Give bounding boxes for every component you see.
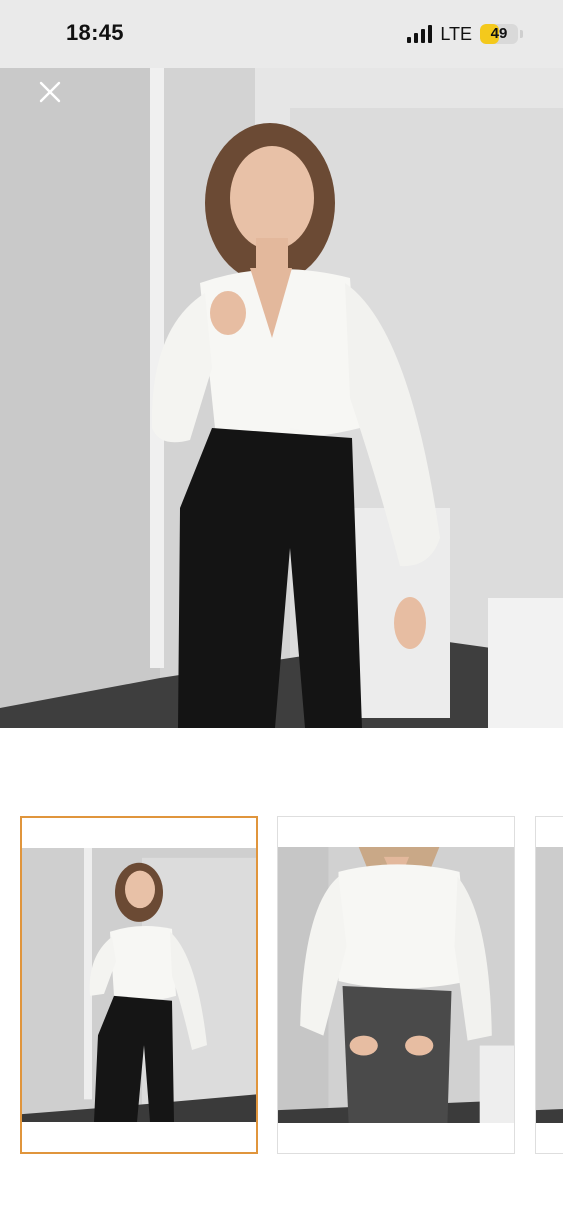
main-photo-illustration	[0, 68, 563, 728]
thumbnail-2[interactable]	[277, 816, 515, 1154]
thumbnail-1[interactable]	[20, 816, 258, 1154]
battery-level: 49	[490, 25, 508, 42]
thumbnail-3-image	[536, 847, 563, 1123]
battery-icon: 49	[480, 24, 518, 44]
status-time: 18:45	[66, 20, 124, 45]
main-product-image[interactable]	[0, 68, 563, 728]
thumbnail-3[interactable]	[535, 816, 563, 1154]
status-bar: 18:45 LTE 49	[0, 0, 563, 68]
cellular-signal-icon	[407, 25, 433, 43]
battery-cap	[520, 30, 523, 38]
close-icon	[39, 81, 61, 103]
status-indicators: LTE 49	[407, 22, 523, 46]
thumbnail-strip[interactable]	[0, 816, 563, 1156]
close-button[interactable]	[34, 76, 66, 108]
thumbnail-1-image	[22, 848, 256, 1122]
network-type: LTE	[440, 23, 472, 44]
thumbnail-2-image	[278, 847, 514, 1123]
